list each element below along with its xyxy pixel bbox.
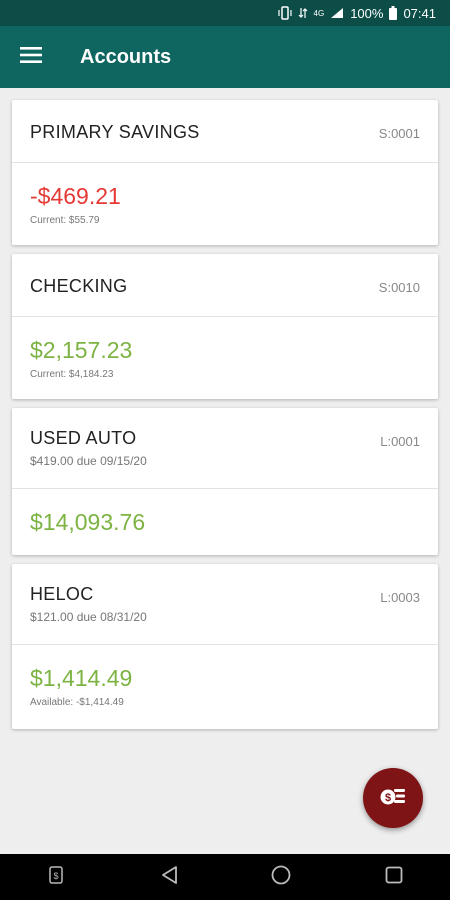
- account-balance: -$469.21: [30, 183, 121, 209]
- svg-text:$: $: [54, 871, 59, 881]
- account-current: Current: $55.79: [30, 215, 100, 226]
- svg-text:$: $: [385, 792, 391, 804]
- vibrate-icon: [277, 6, 292, 20]
- account-card-body: -$469.21 Current: $55.79: [12, 163, 438, 245]
- back-icon: [160, 865, 178, 890]
- app-bar: Accounts: [0, 26, 450, 88]
- account-card-header: PRIMARY SAVINGS S:0001: [12, 100, 438, 163]
- recents-button[interactable]: [369, 854, 419, 900]
- page-title: Accounts: [80, 45, 172, 68]
- battery-icon: [389, 6, 398, 20]
- account-card-body: $14,093.76: [12, 489, 438, 555]
- account-card-header: USED AUTO $419.00 due 09/15/20 L:0001: [12, 408, 438, 489]
- account-code: L:0003: [380, 590, 420, 605]
- system-nav-bar: $: [0, 854, 450, 900]
- status-bar: 4G 100% 07:41: [0, 0, 450, 26]
- account-code: S:0001: [378, 126, 420, 141]
- account-card-heloc[interactable]: HELOC $121.00 due 08/31/20 L:0003 $1,414…: [12, 564, 438, 729]
- account-balance: $2,157.23: [30, 337, 133, 363]
- hamburger-icon: [20, 46, 42, 68]
- recents-icon: [385, 866, 403, 889]
- payment-fab[interactable]: $: [363, 768, 423, 828]
- signal-icon: [330, 7, 344, 19]
- account-code: S:0010: [378, 280, 420, 295]
- account-code: L:0001: [380, 434, 420, 449]
- account-card-body: $1,414.49 Available: -$1,414.49: [12, 645, 438, 729]
- back-button[interactable]: [144, 854, 194, 900]
- account-current: Current: $4,184.23: [30, 369, 114, 380]
- payment-due: $121.00 due 08/31/20: [30, 610, 147, 624]
- account-name: HELOC: [30, 584, 94, 604]
- account-name: PRIMARY SAVINGS: [30, 122, 200, 142]
- account-card-checking[interactable]: CHECKING S:0010 $2,157.23 Current: $4,18…: [12, 254, 438, 399]
- data-transfer-icon: [298, 7, 308, 19]
- notification-button[interactable]: $: [31, 854, 81, 900]
- account-card-used-auto[interactable]: USED AUTO $419.00 due 09/15/20 L:0001 $1…: [12, 408, 438, 555]
- account-card-body: $2,157.23 Current: $4,184.23: [12, 317, 438, 399]
- account-card-header: HELOC $121.00 due 08/31/20 L:0003: [12, 564, 438, 645]
- home-button[interactable]: [256, 854, 306, 900]
- account-name: USED AUTO: [30, 428, 137, 448]
- clock: 07:41: [403, 5, 436, 21]
- account-card-header: CHECKING S:0010: [12, 254, 438, 317]
- notification-icon: $: [49, 865, 63, 889]
- payment-due: $419.00 due 09/15/20: [30, 454, 147, 468]
- account-name: CHECKING: [30, 276, 128, 296]
- payment-icon: $: [379, 785, 407, 812]
- battery-percent: 100%: [350, 5, 384, 21]
- account-card-primary-savings[interactable]: PRIMARY SAVINGS S:0001 -$469.21 Current:…: [12, 100, 438, 245]
- account-balance: $1,414.49: [30, 665, 133, 691]
- network-type: 4G: [313, 8, 325, 18]
- menu-button[interactable]: [0, 26, 62, 88]
- account-balance: $14,093.76: [30, 509, 146, 535]
- home-icon: [271, 865, 291, 890]
- account-available: Available: -$1,414.49: [30, 697, 124, 708]
- account-list: PRIMARY SAVINGS S:0001 -$469.21 Current:…: [12, 100, 438, 738]
